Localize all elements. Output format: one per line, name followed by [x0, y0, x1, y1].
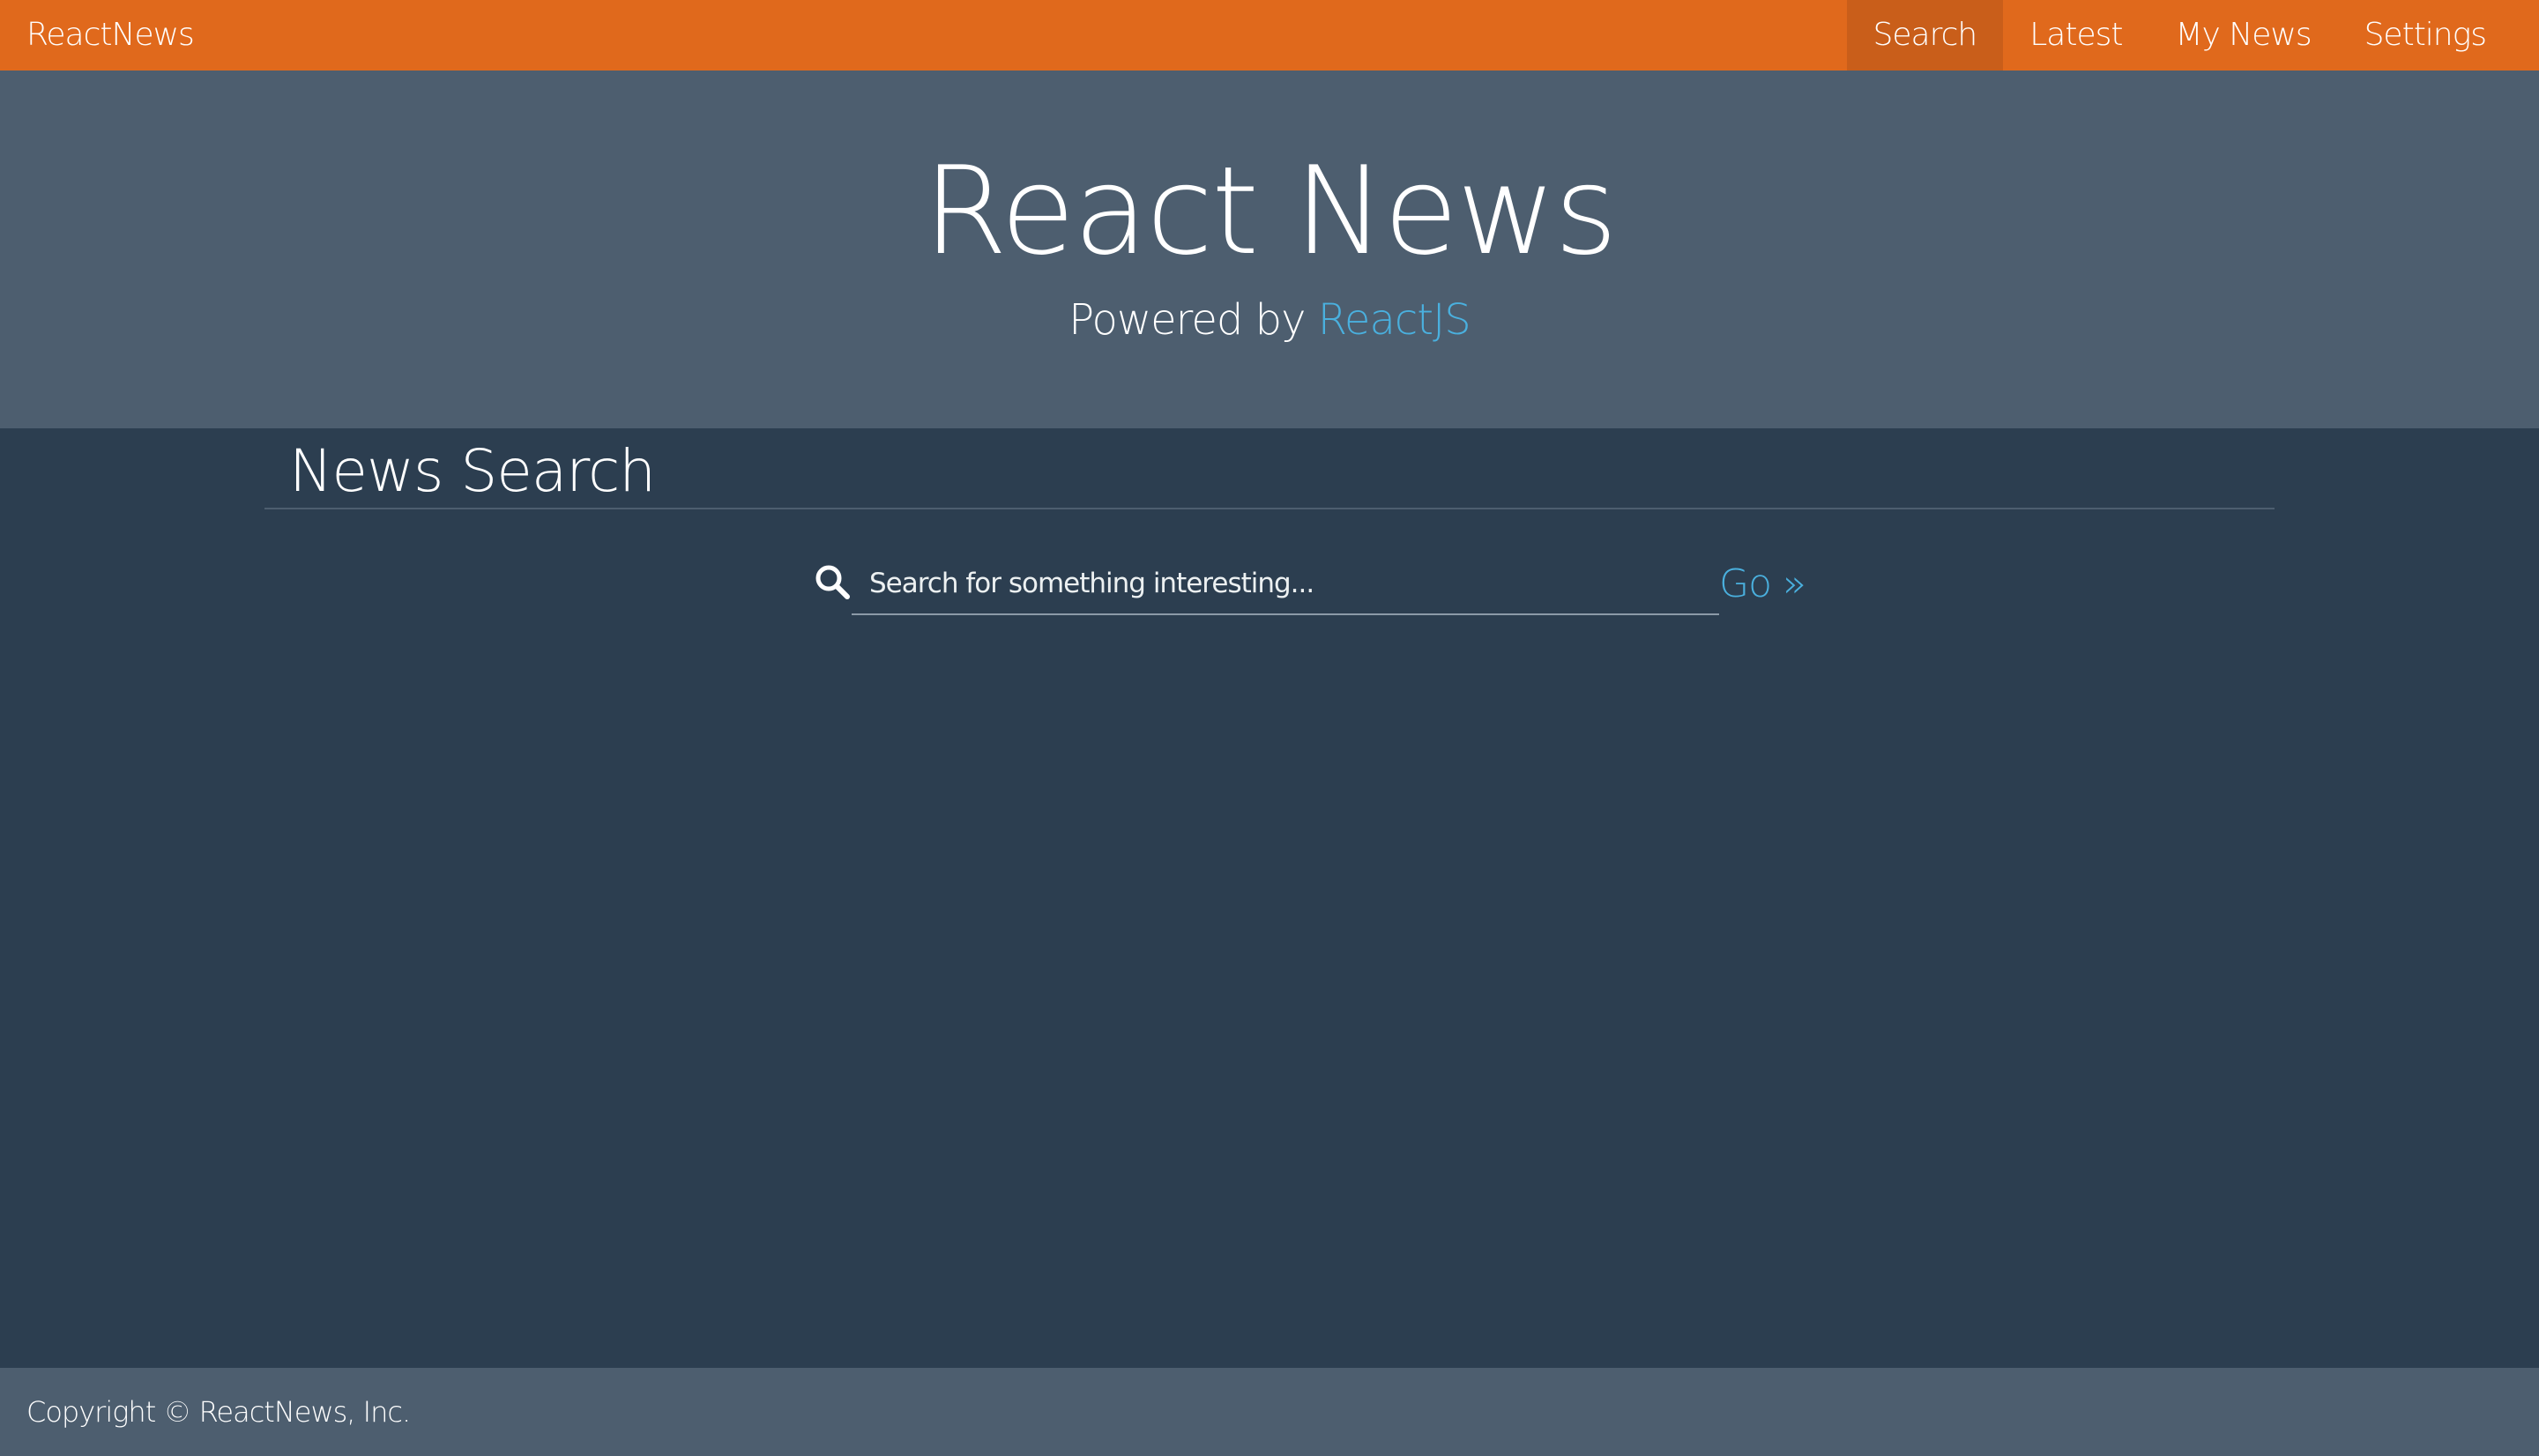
nav-item-settings[interactable]: Settings: [2338, 0, 2539, 71]
nav-item-latest[interactable]: Latest: [2003, 0, 2148, 71]
search-input[interactable]: [852, 553, 1719, 615]
copyright-text: Copyright © ReactNews, Inc.: [26, 1395, 411, 1429]
title-divider: [264, 508, 2275, 509]
go-button[interactable]: Go »: [1719, 553, 1806, 615]
top-navbar: ReactNews Search Latest My News Settings: [0, 0, 2539, 71]
brand-link[interactable]: ReactNews: [26, 0, 195, 71]
page-title: News Search: [289, 437, 656, 505]
reactjs-link[interactable]: ReactJS: [1318, 295, 1471, 345]
hero-subtitle-prefix: Powered by: [1068, 295, 1318, 345]
nav-item-search[interactable]: Search: [1846, 0, 2004, 71]
hero-subtitle: Powered by ReactJS: [0, 289, 2539, 351]
nav-item-my-news[interactable]: My News: [2148, 0, 2337, 71]
hero-title: React News: [923, 140, 1618, 282]
footer: Copyright © ReactNews, Inc.: [0, 1368, 2539, 1456]
nav-menu: Search Latest My News Settings: [1846, 0, 2539, 71]
search-icon: [815, 565, 850, 599]
hero-banner: React News Powered by ReactJS: [0, 71, 2539, 428]
